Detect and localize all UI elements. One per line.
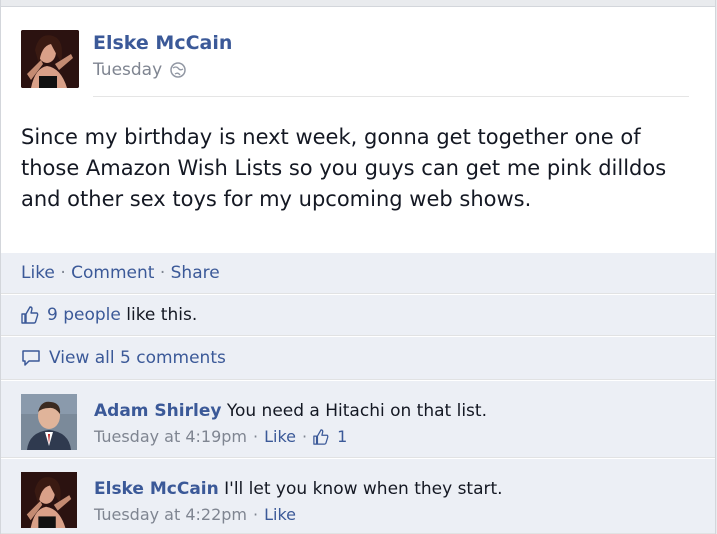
comment-link[interactable]: Comment: [71, 263, 154, 283]
view-all-comments-link[interactable]: View all 5 comments: [49, 348, 226, 368]
likes-suffix: like this.: [126, 305, 198, 325]
comment-item: Elske McCain I'll let you know when they…: [1, 458, 715, 534]
post-time: Tuesday: [93, 60, 186, 80]
comment-bubble-icon: [21, 349, 41, 367]
top-border: [1, 0, 715, 7]
post-message: Since my birthday is next week, gonna ge…: [21, 125, 667, 211]
comment-text: You need a Hitachi on that list.: [226, 401, 487, 421]
separator: ·: [60, 263, 66, 283]
comment-author[interactable]: Adam Shirley: [94, 401, 221, 421]
commenter-avatar[interactable]: [21, 394, 77, 450]
share-link[interactable]: Share: [171, 263, 220, 283]
header-divider: [93, 96, 689, 97]
separator: ·: [253, 505, 259, 524]
separator: ·: [302, 427, 308, 446]
comment-text: I'll let you know when they start.: [224, 479, 503, 499]
post-actions: Like · Comment · Share: [1, 252, 715, 294]
post-card: Elske McCain Tuesday Since my birthday i…: [0, 0, 716, 534]
comment-time[interactable]: Tuesday at 4:22pm: [94, 503, 247, 527]
author-avatar[interactable]: [21, 30, 79, 88]
post-timestamp[interactable]: Tuesday: [93, 60, 162, 80]
comment-meta: Tuesday at 4:19pm · Like · 1: [94, 425, 487, 449]
comment-like-link[interactable]: Like: [264, 503, 296, 527]
comment-author[interactable]: Elske McCain: [94, 479, 219, 499]
comment-body: Adam Shirley You need a Hitachi on that …: [94, 399, 487, 449]
commenter-avatar[interactable]: [21, 472, 77, 528]
like-link[interactable]: Like: [21, 263, 55, 283]
comment-like-link[interactable]: Like: [264, 425, 296, 449]
comment-meta: Tuesday at 4:22pm · Like: [94, 503, 503, 527]
comment-body: Elske McCain I'll let you know when they…: [94, 477, 503, 527]
post-author-name[interactable]: Elske McCain: [93, 32, 232, 54]
thumbs-up-icon: [21, 306, 39, 324]
globe-icon: [170, 62, 186, 78]
separator: ·: [159, 263, 166, 283]
likes-summary: 9 people like this.: [1, 294, 715, 336]
comment-item: Adam Shirley You need a Hitachi on that …: [1, 380, 715, 458]
likes-count-link[interactable]: 9 people: [47, 305, 121, 325]
separator: ·: [253, 427, 259, 446]
comment-time[interactable]: Tuesday at 4:19pm: [94, 425, 247, 449]
post-header: Elske McCain Tuesday: [21, 30, 695, 90]
comment-like-count[interactable]: 1: [337, 425, 347, 449]
view-comments-row: View all 5 comments: [1, 336, 715, 380]
thumbs-up-icon: [313, 428, 331, 446]
